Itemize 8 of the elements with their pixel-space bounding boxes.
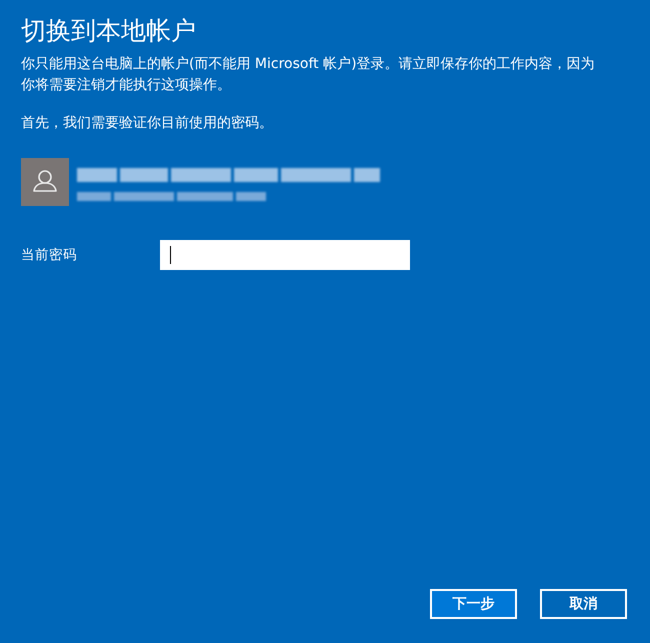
password-input-field[interactable] xyxy=(160,240,410,270)
password-label: 当前密码 xyxy=(21,246,77,265)
user-avatar-icon xyxy=(21,158,69,206)
intro-text: 你只能用这台电脑上的帐户(而不能用 Microsoft 帐户)登录。请立即保存你的工作内容，因为你将需要注销才能执行这项操作。 xyxy=(21,55,596,95)
prompt-text: 首先，我们需要验证你目前使用的密码。 xyxy=(21,114,273,133)
cancel-button[interactable]: 取消 xyxy=(540,589,627,619)
next-button[interactable]: 下一步 xyxy=(430,589,517,619)
dialog-title: 切换到本地帐户 xyxy=(21,15,196,47)
